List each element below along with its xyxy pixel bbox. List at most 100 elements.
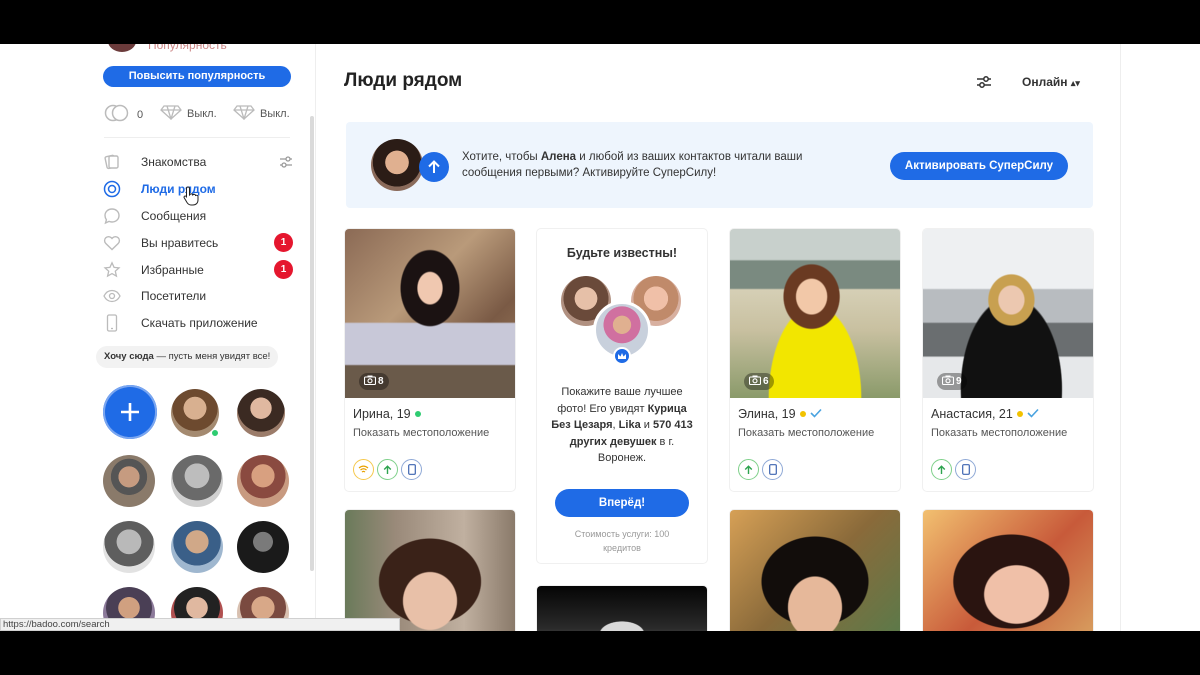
featured-user-avatar[interactable] [171,455,223,507]
card-actions [353,459,422,480]
sidebar-item-favorites[interactable]: Избранные 1 [103,256,293,283]
be-famous-card: Будьте известны! Покажите ваше лучшее фо… [537,229,707,563]
camera-icon [748,375,762,388]
settings-sliders-icon[interactable] [976,74,992,95]
sidebar-scrollbar[interactable] [310,116,314,571]
sidebar-item-label: Знакомства [141,155,207,170]
phone-action-icon[interactable] [955,459,976,480]
notification-badge: 1 [274,233,293,253]
coins-icon [104,104,132,125]
user-card[interactable] [923,510,1093,631]
sidebar-item-encounters[interactable]: Знакомства [103,149,293,176]
go-forward-button[interactable]: Вперёд! [555,489,689,517]
user-photo[interactable] [923,510,1093,631]
user-photo[interactable]: 9 [923,229,1093,398]
photo-count: 9 [937,373,967,390]
online-filter-select[interactable]: Онлайн ▴▾ [1022,75,1080,89]
page-margin [1121,44,1200,631]
promo-text-prefix: Хотите, чтобы [462,151,541,163]
photo-count: 6 [744,373,774,390]
user-card[interactable]: 9 Анастасия, 21 Показать местоположение [923,229,1093,491]
user-photo[interactable] [345,510,515,631]
sidebar-item-label: Посетители [141,289,207,304]
boost-popularity-button[interactable]: Повысить популярность [103,66,291,87]
card-actions [931,459,976,480]
sidebar-item-label: Скачать приложение [141,316,258,331]
user-photo[interactable]: 6 [730,229,900,398]
be-famous-bold-2: Lika [618,419,641,431]
recently-online-indicator [799,411,806,417]
be-famous-title: Будьте известны! [566,246,678,260]
credits-item[interactable]: 0 [104,104,143,125]
promo-text: Хотите, чтобы Алена и любой из ваших кон… [462,149,862,181]
chat-icon [103,207,121,225]
user-name[interactable]: Анастасия, 21 [931,407,1039,421]
want-here-rest: — пусть меня увидят все! [153,351,271,362]
user-card[interactable] [730,510,900,631]
user-card[interactable]: 8 Ирина, 19 Показать местоположение [345,229,515,491]
featured-user-avatar[interactable] [237,455,289,507]
user-photo[interactable] [730,510,900,631]
credits-count: 0 [137,108,144,121]
be-famous-text: Покажите ваше лучшее фото! Его увидят Ку… [547,384,697,467]
user-photo[interactable]: 8 [345,229,515,398]
diamond-icon [160,104,182,123]
activate-superpower-button[interactable]: Активировать СуперСилу [890,152,1068,180]
notification-badge: 1 [274,260,293,280]
user-card[interactable] [537,586,707,631]
arrow-up-action-icon[interactable] [931,459,952,480]
sidebar-nav: Знакомства Люди рядом Сообщения Вы нрави… [103,149,293,337]
credits-row: 0 Выкл. Выкл. [104,104,304,122]
show-location-link[interactable]: Показать местоположение [353,427,489,439]
sidebar-item-download-app[interactable]: Скачать приложение [103,310,293,337]
user-name-text: Ирина, 19 [353,407,411,421]
user-name[interactable]: Элина, 19 [738,407,822,421]
featured-user-avatar[interactable] [103,455,155,507]
sidebar-item-visitors[interactable]: Посетители [103,283,293,310]
camera-icon [363,375,377,388]
sidebar-item-label: Люди рядом [141,182,216,197]
photo-count: 8 [359,373,389,390]
sidebar-item-liked-you[interactable]: Вы нравитесь 1 [103,229,293,256]
user-photo[interactable] [537,586,707,631]
featured-user-avatar[interactable] [237,389,285,437]
user-card[interactable]: 6 Элина, 19 Показать местоположение [730,229,900,491]
my-avatar[interactable] [108,44,136,52]
premium-item[interactable]: Выкл. [233,104,290,123]
eye-icon [103,287,121,305]
arrow-up-icon [419,152,449,182]
crown-icon [613,347,631,365]
user-name[interactable]: Ирина, 19 [353,407,421,421]
phone-icon [103,314,121,332]
cards-icon [103,153,121,171]
user-card[interactable] [345,510,515,631]
photo-count-value: 6 [763,376,769,387]
promo-user-avatar[interactable] [371,139,423,191]
sidebar-item-people-nearby[interactable]: Люди рядом [103,176,293,206]
heart-icon [103,234,121,252]
phone-action-icon[interactable] [762,459,783,480]
sidebar-item-label: Вы нравитесь [141,235,219,250]
phone-action-icon[interactable] [401,459,422,480]
show-location-link[interactable]: Показать местоположение [738,427,874,439]
arrow-up-action-icon[interactable] [738,459,759,480]
filter-icon[interactable] [279,155,293,172]
superpower-promo-banner: Хотите, чтобы Алена и любой из ваших кон… [346,122,1093,208]
show-location-link[interactable]: Показать местоположение [931,427,1067,439]
superpower-status: Выкл. [187,107,217,120]
sort-arrows-icon: ▴▾ [1070,78,1080,88]
wifi-action-icon[interactable] [353,459,374,480]
target-icon [103,180,121,198]
add-self-button[interactable] [103,385,157,439]
superpower-item[interactable]: Выкл. [160,104,217,123]
featured-user-avatar[interactable] [103,521,155,573]
online-filter-value: Онлайн [1022,75,1068,89]
page-title: Люди рядом [344,70,463,91]
photo-count-value: 9 [956,376,962,387]
verified-check-icon [1027,407,1039,421]
featured-user-avatar[interactable] [171,521,223,573]
sidebar-item-messages[interactable]: Сообщения [103,203,293,230]
camera-icon [941,375,955,388]
featured-user-avatar[interactable] [237,521,289,573]
arrow-up-action-icon[interactable] [377,459,398,480]
